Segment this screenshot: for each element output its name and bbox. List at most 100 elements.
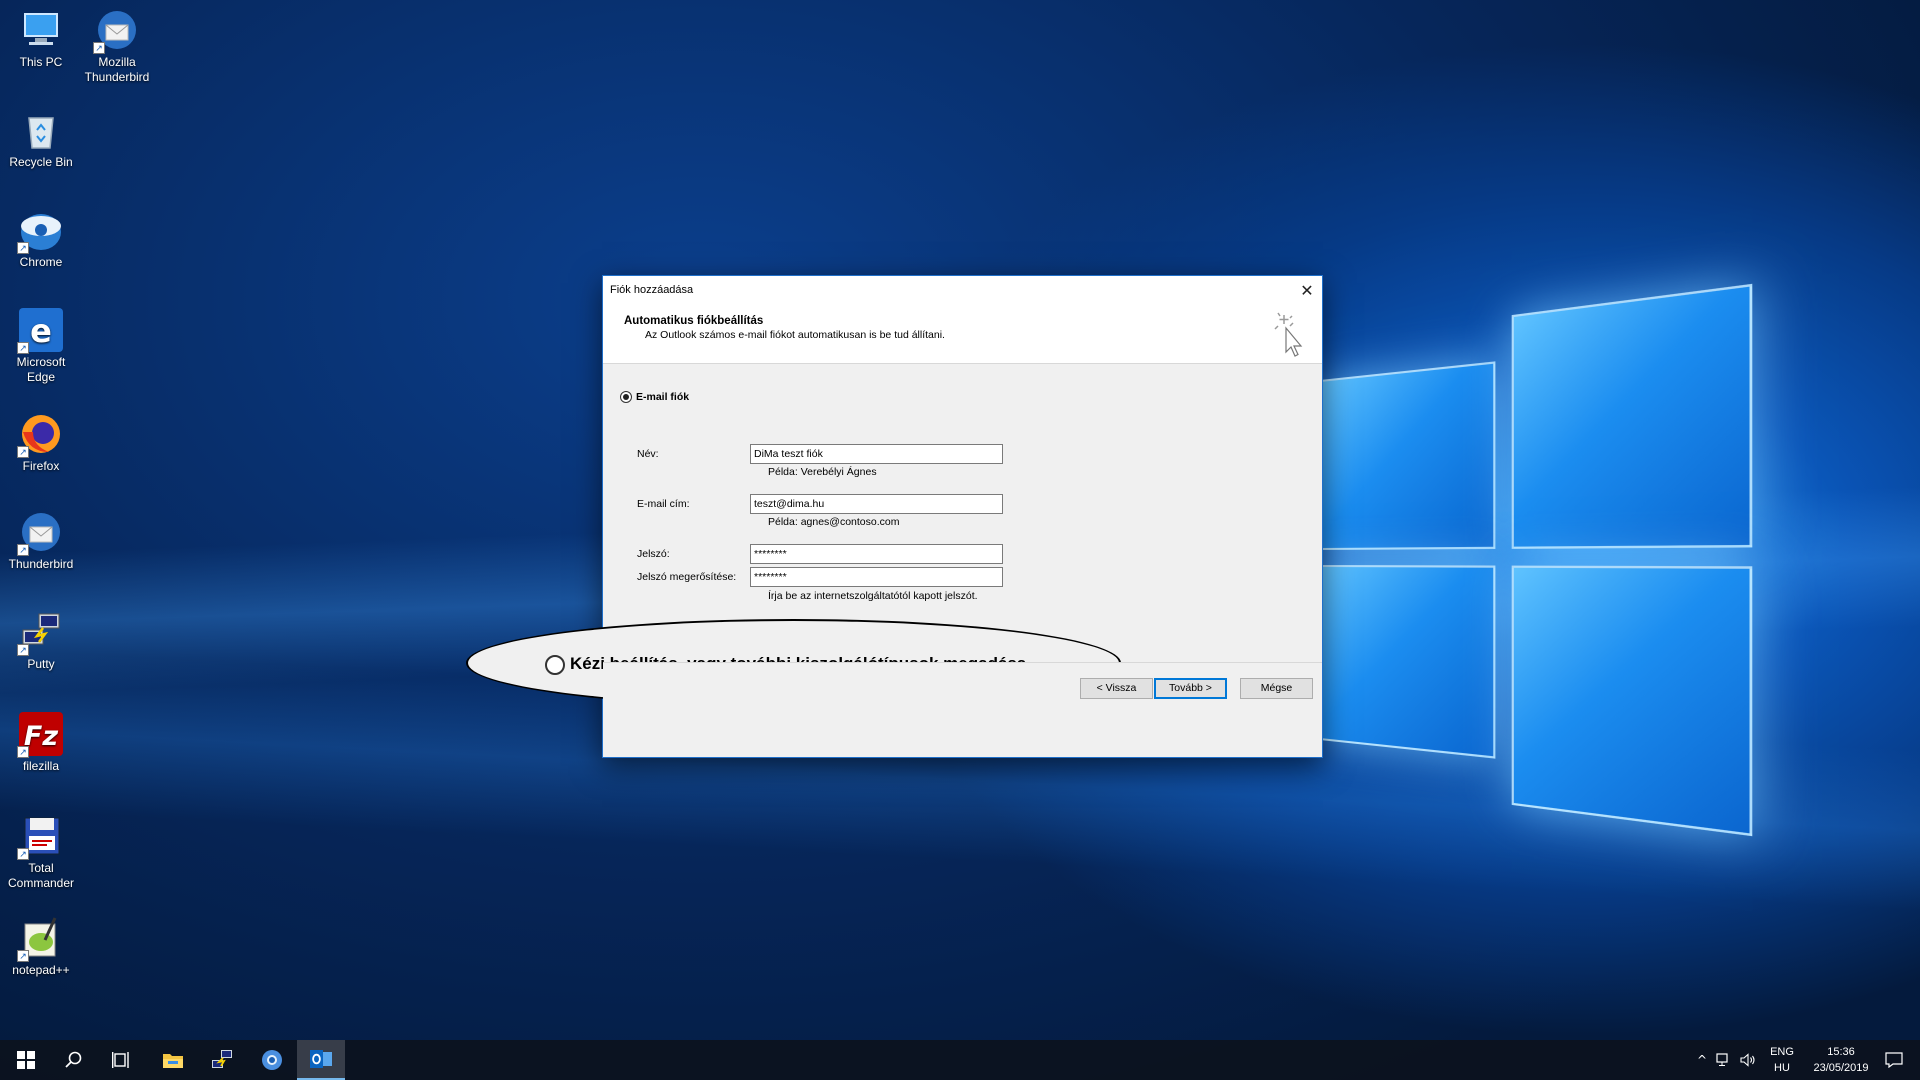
wizard-cursor-icon — [1274, 312, 1303, 357]
desktop-icon-putty[interactable]: ↗ Putty — [1, 610, 81, 672]
thunderbird-icon: ↗ — [17, 510, 63, 556]
desktop-icon-filezilla[interactable]: Fz ↗ filezilla — [1, 712, 81, 774]
chrome-icon — [262, 1050, 282, 1070]
password-label: Jelszó: — [637, 548, 670, 560]
email-account-label: E-mail fiók — [636, 391, 690, 403]
chrome-icon: ↗ — [17, 208, 63, 254]
recycle-bin-icon — [19, 108, 63, 152]
name-hint: Példa: Verebélyi Ágnes — [768, 466, 877, 478]
email-account-radio[interactable] — [620, 391, 632, 403]
filezilla-icon: Fz ↗ — [17, 712, 63, 758]
dialog-title: Fiók hozzáadása — [610, 284, 694, 296]
header-subheading: Az Outlook számos e-mail fiókot automati… — [645, 329, 945, 341]
desktop-icon-label: filezilla — [22, 759, 59, 773]
email-hint: Példa: agnes@contoso.com — [768, 516, 900, 528]
taskbar-chrome[interactable] — [248, 1040, 296, 1080]
desktop-icon-label: Recycle Bin — [9, 155, 73, 169]
chevron-up-icon: ^ — [1696, 1053, 1708, 1067]
shortcut-arrow-icon: ↗ — [17, 848, 29, 860]
shortcut-arrow-icon: ↗ — [17, 242, 29, 254]
desktop-icon-recycle-bin[interactable]: Recycle Bin — [1, 108, 81, 170]
this-pc-icon — [19, 8, 63, 52]
svg-text:Fz: Fz — [24, 721, 58, 752]
network-icon — [1716, 1053, 1728, 1066]
back-button[interactable]: < Vissza — [1080, 678, 1153, 699]
language-code: ENG — [1770, 1046, 1794, 1058]
shortcut-arrow-icon: ↗ — [93, 42, 105, 54]
desktop-icon-label: Total Commander — [7, 861, 75, 890]
input-language-indicator[interactable]: ENG HU — [1764, 1044, 1800, 1076]
desktop-icon-microsoft-edge[interactable]: e ↗ Microsoft Edge — [1, 308, 81, 385]
mozilla-thunderbird-icon: ↗ — [93, 8, 139, 54]
desktop-icon-label: This PC — [19, 55, 63, 69]
password-confirm-field[interactable] — [750, 567, 1003, 587]
start-button[interactable] — [2, 1040, 50, 1080]
taskbar-file-explorer[interactable] — [149, 1040, 197, 1080]
close-icon[interactable]: ✕ — [1292, 276, 1322, 306]
desktop-icon-thunderbird[interactable]: ↗ Thunderbird — [1, 510, 81, 572]
password-hint: Írja be az internetszolgáltatótól kapott… — [768, 590, 978, 602]
desktop-icon-label: Microsoft Edge — [16, 355, 66, 384]
windows-logo-wallpaper — [1320, 283, 1753, 837]
svg-text:e: e — [30, 312, 52, 350]
shortcut-arrow-icon: ↗ — [17, 950, 29, 962]
desktop-icon-label: Chrome — [19, 255, 63, 269]
speaker-icon — [1740, 1053, 1755, 1067]
next-button[interactable]: Tovább > — [1154, 678, 1227, 699]
windows-icon — [17, 1051, 35, 1069]
clock-time: 15:36 — [1827, 1046, 1855, 1058]
outlook-icon — [310, 1050, 332, 1068]
desktop-icon-notepad-plus-plus[interactable]: ↗ notepad++ — [1, 916, 81, 978]
email-field[interactable] — [750, 494, 1003, 514]
network-button[interactable] — [1713, 1040, 1735, 1080]
show-hidden-icons-button[interactable]: ^ — [1691, 1040, 1713, 1080]
folder-icon — [163, 1054, 183, 1068]
desktop-icon-total-commander[interactable]: ↗ Total Commander — [1, 814, 81, 891]
shortcut-arrow-icon: ↗ — [17, 644, 29, 656]
dialog-titlebar: Fiók hozzáadása ✕ — [603, 276, 1322, 306]
name-label: Név: — [637, 448, 659, 460]
notepad-plus-plus-icon: ↗ — [17, 916, 63, 962]
password-field[interactable] — [750, 544, 1003, 564]
putty-icon — [212, 1050, 232, 1068]
shortcut-arrow-icon: ↗ — [17, 446, 29, 458]
desktop-icon-label: Mozilla Thunderbird — [84, 55, 150, 84]
clock[interactable]: 15:36 23/05/2019 — [1803, 1044, 1879, 1076]
dialog-footer: < Vissza Tovább > Mégse — [603, 662, 1322, 710]
firefox-icon: ↗ — [17, 412, 63, 458]
email-label: E-mail cím: — [637, 498, 690, 510]
search-icon — [65, 1051, 82, 1068]
desktop-icon-label: Firefox — [22, 459, 60, 473]
taskbar-outlook[interactable] — [297, 1040, 345, 1080]
volume-button[interactable] — [1737, 1040, 1759, 1080]
header-heading: Automatikus fiókbeállítás — [624, 315, 764, 327]
desktop-icon-label: notepad++ — [12, 963, 70, 977]
shortcut-arrow-icon: ↗ — [17, 746, 29, 758]
notification-icon — [1885, 1052, 1903, 1068]
desktop-icon-firefox[interactable]: ↗ Firefox — [1, 412, 81, 474]
search-button[interactable] — [50, 1040, 98, 1080]
taskbar-putty[interactable] — [198, 1040, 246, 1080]
shortcut-arrow-icon: ↗ — [17, 342, 29, 354]
name-field[interactable] — [750, 444, 1003, 464]
desktop-icon-chrome[interactable]: ↗ Chrome — [1, 208, 81, 270]
clock-date: 23/05/2019 — [1813, 1062, 1869, 1074]
dialog-header: Automatikus fiókbeállítás Az Outlook szá… — [603, 306, 1322, 364]
task-view-button[interactable] — [98, 1040, 146, 1080]
action-center-button[interactable] — [1870, 1040, 1918, 1080]
cancel-button[interactable]: Mégse — [1240, 678, 1313, 699]
desktop-icon-label: Putty — [27, 657, 55, 671]
putty-icon: ↗ — [17, 610, 63, 656]
desktop-icon-mozilla-thunderbird[interactable]: ↗ Mozilla Thunderbird — [77, 8, 157, 85]
desktop-icon-label: Thunderbird — [8, 557, 74, 571]
taskbar: ^ ENG HU 15:36 23/05/2019 — [0, 1040, 1920, 1080]
shortcut-arrow-icon: ↗ — [17, 544, 29, 556]
password-confirm-label: Jelszó megerősítése: — [637, 571, 737, 583]
manual-setup-radio[interactable] — [545, 655, 565, 675]
total-commander-icon: ↗ — [17, 814, 63, 860]
desktop-icon-this-pc[interactable]: This PC — [1, 8, 81, 70]
add-account-dialog: Fiók hozzáadása ✕ Automatikus fiókbeállí… — [466, 275, 1323, 758]
edge-icon: e ↗ — [17, 308, 63, 354]
locale-code: HU — [1774, 1062, 1790, 1074]
dialog-body: E-mail fiók Név: Példa: Verebélyi Ágnes … — [466, 364, 1322, 710]
